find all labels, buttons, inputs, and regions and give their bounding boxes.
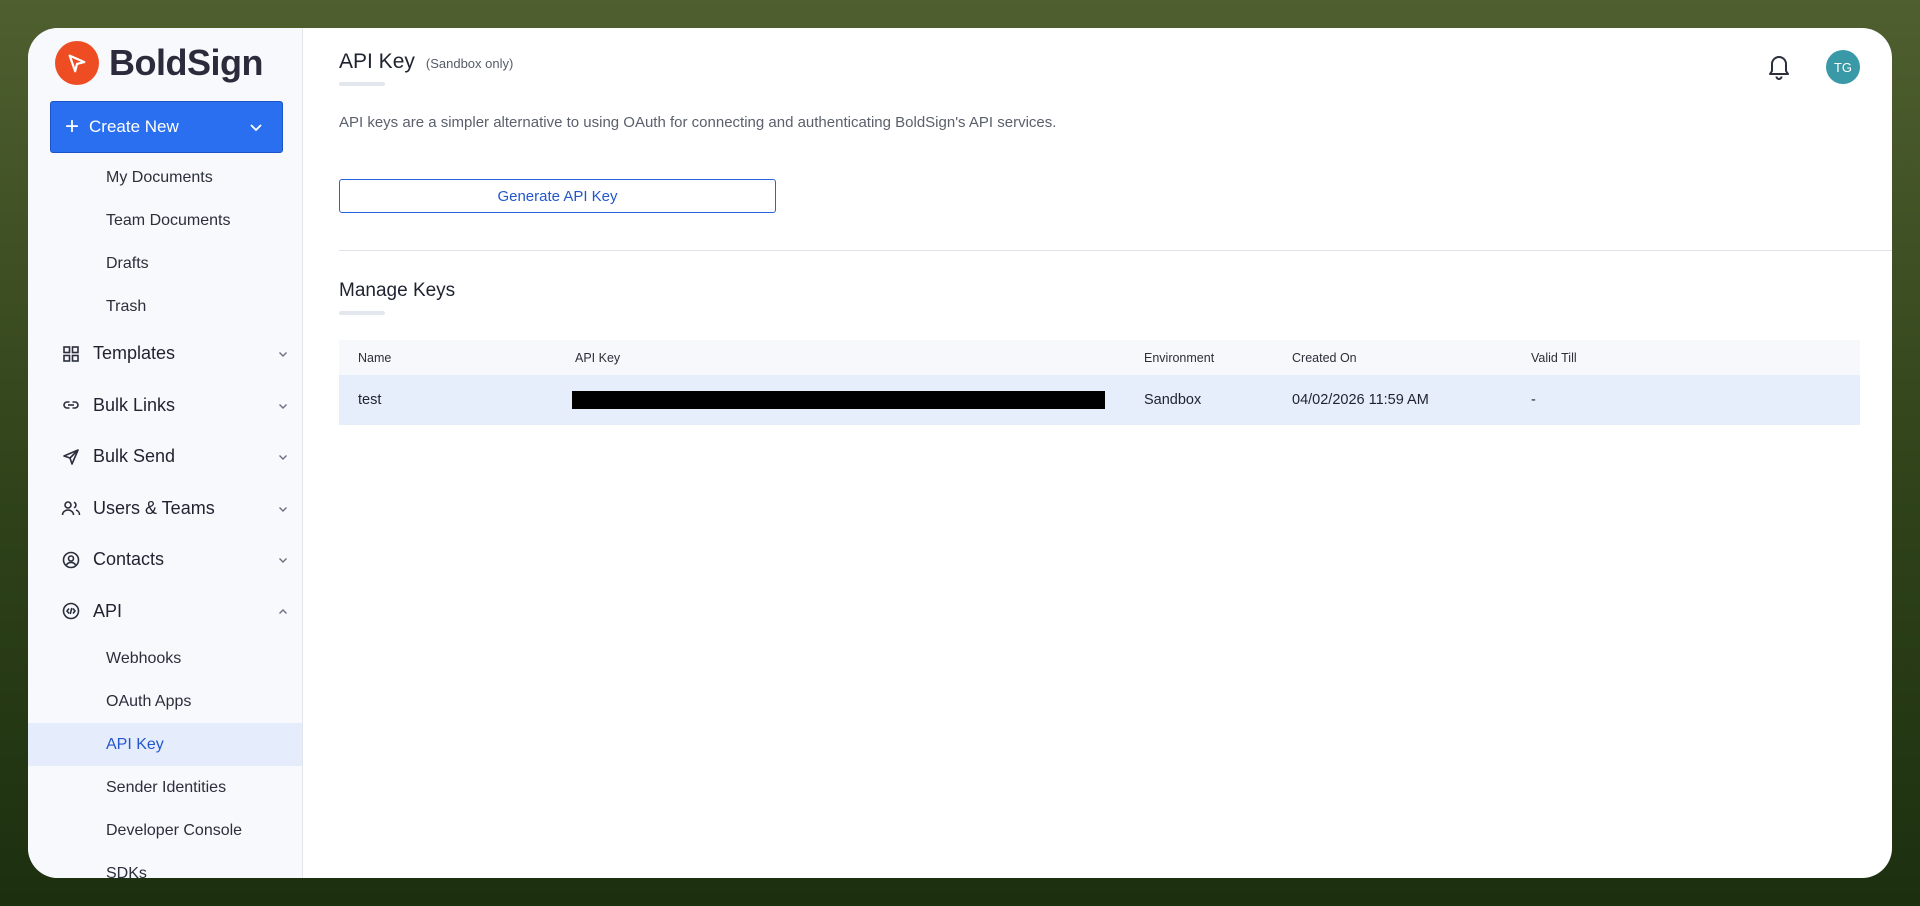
- column-header-api-key[interactable]: API Key: [575, 351, 620, 365]
- chevron-down-icon[interactable]: [248, 119, 264, 135]
- bell-icon[interactable]: [1766, 52, 1792, 80]
- cell-valid-till: -: [1531, 392, 1536, 408]
- create-new-button[interactable]: + Create New: [50, 101, 283, 153]
- page-subtitle: (Sandbox only): [425, 56, 514, 71]
- app-window: BoldSign + Create New My Documents Team …: [28, 28, 1892, 878]
- sidebar-item-api-key[interactable]: API Key: [28, 723, 302, 766]
- sidebar-item-oauth-apps[interactable]: OAuth Apps: [28, 680, 302, 723]
- table-row[interactable]: test Sandbox 04/02/2026 11:59 AM -: [339, 375, 1860, 425]
- grid-icon: [61, 344, 81, 364]
- sidebar-item-team-documents[interactable]: Team Documents: [28, 199, 302, 242]
- sidebar-item-sender-identities[interactable]: Sender Identities: [28, 766, 302, 809]
- sidebar-item-sdks[interactable]: SDKs: [28, 852, 302, 879]
- table-header: Name API Key Environment Created On Vali…: [339, 340, 1860, 375]
- sidebar-item-developer-console[interactable]: Developer Console: [28, 809, 302, 852]
- sidebar-item-my-documents[interactable]: My Documents: [28, 156, 302, 199]
- column-header-environment[interactable]: Environment: [1144, 351, 1214, 365]
- main-content: API Key (Sandbox only) TG API keys are a…: [303, 28, 1892, 878]
- link-icon: [61, 395, 81, 415]
- sidebar-item-webhooks[interactable]: Webhooks: [28, 637, 302, 680]
- cell-name: test: [358, 392, 382, 408]
- page-description: API keys are a simpler alternative to us…: [339, 114, 1057, 131]
- brand-name: BoldSign: [109, 42, 263, 83]
- users-icon: [61, 498, 81, 518]
- redacted-api-key: [572, 391, 1105, 409]
- api-keys-table: Name API Key Environment Created On Vali…: [339, 340, 1860, 425]
- send-icon: [61, 447, 81, 467]
- boldsign-logo-icon: [55, 41, 99, 85]
- page-title: API Key: [339, 50, 415, 73]
- sidebar-item-templates[interactable]: Templates: [28, 328, 302, 380]
- sidebar-item-trash[interactable]: Trash: [28, 285, 302, 328]
- sidebar-item-api[interactable]: API: [28, 586, 302, 638]
- sidebar-item-drafts[interactable]: Drafts: [28, 242, 302, 285]
- chevron-down-icon: [279, 455, 287, 460]
- sidebar-item-users-teams[interactable]: Users & Teams: [28, 483, 302, 535]
- create-new-label: Create New: [89, 117, 179, 136]
- column-header-name[interactable]: Name: [358, 351, 391, 365]
- sidebar-item-bulk-links[interactable]: Bulk Links: [28, 380, 302, 432]
- sidebar-item-contacts[interactable]: Contacts: [28, 534, 302, 586]
- plus-icon: +: [65, 113, 80, 140]
- code-icon: [61, 601, 81, 621]
- chevron-down-icon: [279, 506, 287, 512]
- chevron-down-icon: [279, 403, 287, 409]
- sidebar-nav: My Documents Team Documents Drafts Trash…: [28, 168, 302, 879]
- cell-environment: Sandbox: [1144, 392, 1202, 408]
- title-underline: [339, 82, 385, 86]
- manage-keys-title: Manage Keys: [339, 280, 456, 301]
- page-header: API Key (Sandbox only): [339, 50, 513, 74]
- sidebar-item-bulk-send[interactable]: Bulk Send: [28, 431, 302, 483]
- column-header-valid-till[interactable]: Valid Till: [1531, 351, 1577, 365]
- contact-icon: [61, 550, 81, 570]
- sidebar: BoldSign + Create New My Documents Team …: [28, 28, 303, 878]
- section-divider: [339, 250, 1892, 251]
- chevron-down-icon: [279, 558, 287, 563]
- brand-logo[interactable]: BoldSign: [55, 40, 263, 86]
- chevron-down-icon: [279, 352, 287, 357]
- section-underline: [339, 311, 385, 315]
- avatar[interactable]: TG: [1826, 50, 1860, 84]
- chevron-up-icon: [279, 608, 287, 614]
- cell-created-on: 04/02/2026 11:59 AM: [1292, 392, 1429, 408]
- column-header-created-on[interactable]: Created On: [1292, 351, 1357, 365]
- generate-api-key-button[interactable]: Generate API Key: [339, 179, 776, 213]
